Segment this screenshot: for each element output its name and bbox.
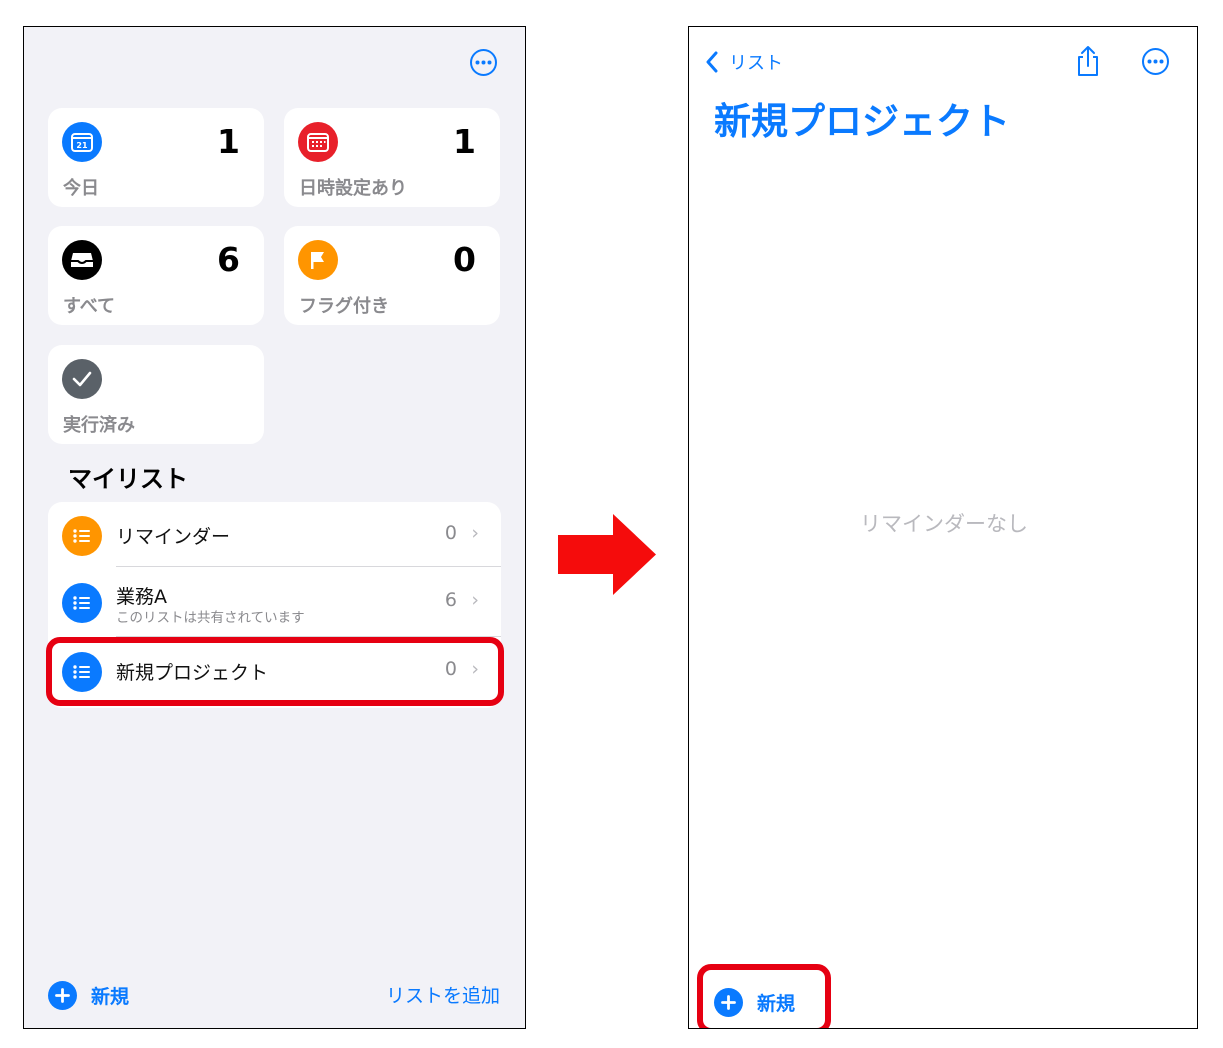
divider [116,566,501,567]
card-completed[interactable]: 実行済み [48,345,264,444]
new-reminder-label: 新規 [757,993,796,1015]
chevron-right-icon: › [471,522,479,544]
checkmark-icon [62,359,102,399]
card-scheduled[interactable]: 1 日時設定あり [284,108,500,207]
back-label: リスト [729,53,783,74]
new-reminder-button[interactable]: 新規 [48,981,129,1010]
card-label: 今日 [63,178,99,199]
card-count: 1 [453,122,476,161]
card-today[interactable]: 21 1 今日 [48,108,264,207]
list-count: 6 [444,589,457,611]
my-lists-heading: マイリスト [68,465,188,493]
card-label: 日時設定あり [299,178,407,199]
card-label: 実行済み [63,415,135,436]
new-reminder-label: 新規 [91,986,130,1008]
plus-circle-icon [714,988,743,1017]
more-options-button[interactable] [1142,48,1169,75]
card-all[interactable]: 6 すべて [48,226,264,325]
card-count: 0 [453,240,476,279]
calendar-grid-icon [298,122,338,162]
add-list-button[interactable]: リストを追加 [386,981,500,1008]
calendar-day-number: 21 [76,141,88,150]
lists-overview-screen: 21 1 今日 1 日時設定あり 6 すべて 0 フラグ付き 実行済み マイリス… [23,26,526,1029]
highlight-new-project-row [46,637,504,706]
list-name: リマインダー [116,526,231,548]
list-icon [62,516,102,556]
card-flagged[interactable]: 0 フラグ付き [284,226,500,325]
list-subtitle: このリストは共有されています [116,610,305,626]
share-icon [1078,46,1098,76]
new-reminder-button[interactable]: 新規 [714,988,795,1017]
list-item-work-a[interactable]: 業務A このリストは共有されています 6 › [48,569,501,636]
more-options-button[interactable] [470,49,497,76]
card-count: 6 [217,240,240,279]
card-label: すべて [63,296,116,317]
share-button[interactable] [1074,45,1102,81]
tray-icon [62,240,102,280]
card-label: フラグ付き [299,296,389,317]
flag-icon [298,240,338,280]
empty-state-message: リマインダーなし [860,512,1028,536]
plus-circle-icon [48,981,77,1010]
list-detail-screen: リスト 新規プロジェクト リマインダーなし 新規 [688,26,1198,1029]
page-title: 新規プロジェクト [714,100,1010,143]
ellipsis-icon [475,60,492,65]
calendar-icon: 21 [62,122,102,162]
chevron-left-icon [706,51,718,73]
chevron-right-icon: › [471,589,479,611]
ellipsis-icon [1147,59,1164,64]
list-count: 0 [444,522,457,544]
list-item-reminders[interactable]: リマインダー 0 › [48,502,501,569]
card-count: 1 [217,122,240,161]
list-name: 業務A [116,586,167,608]
arrow-right-icon [558,514,656,595]
back-button[interactable]: リスト [705,49,783,75]
list-icon [62,583,102,623]
